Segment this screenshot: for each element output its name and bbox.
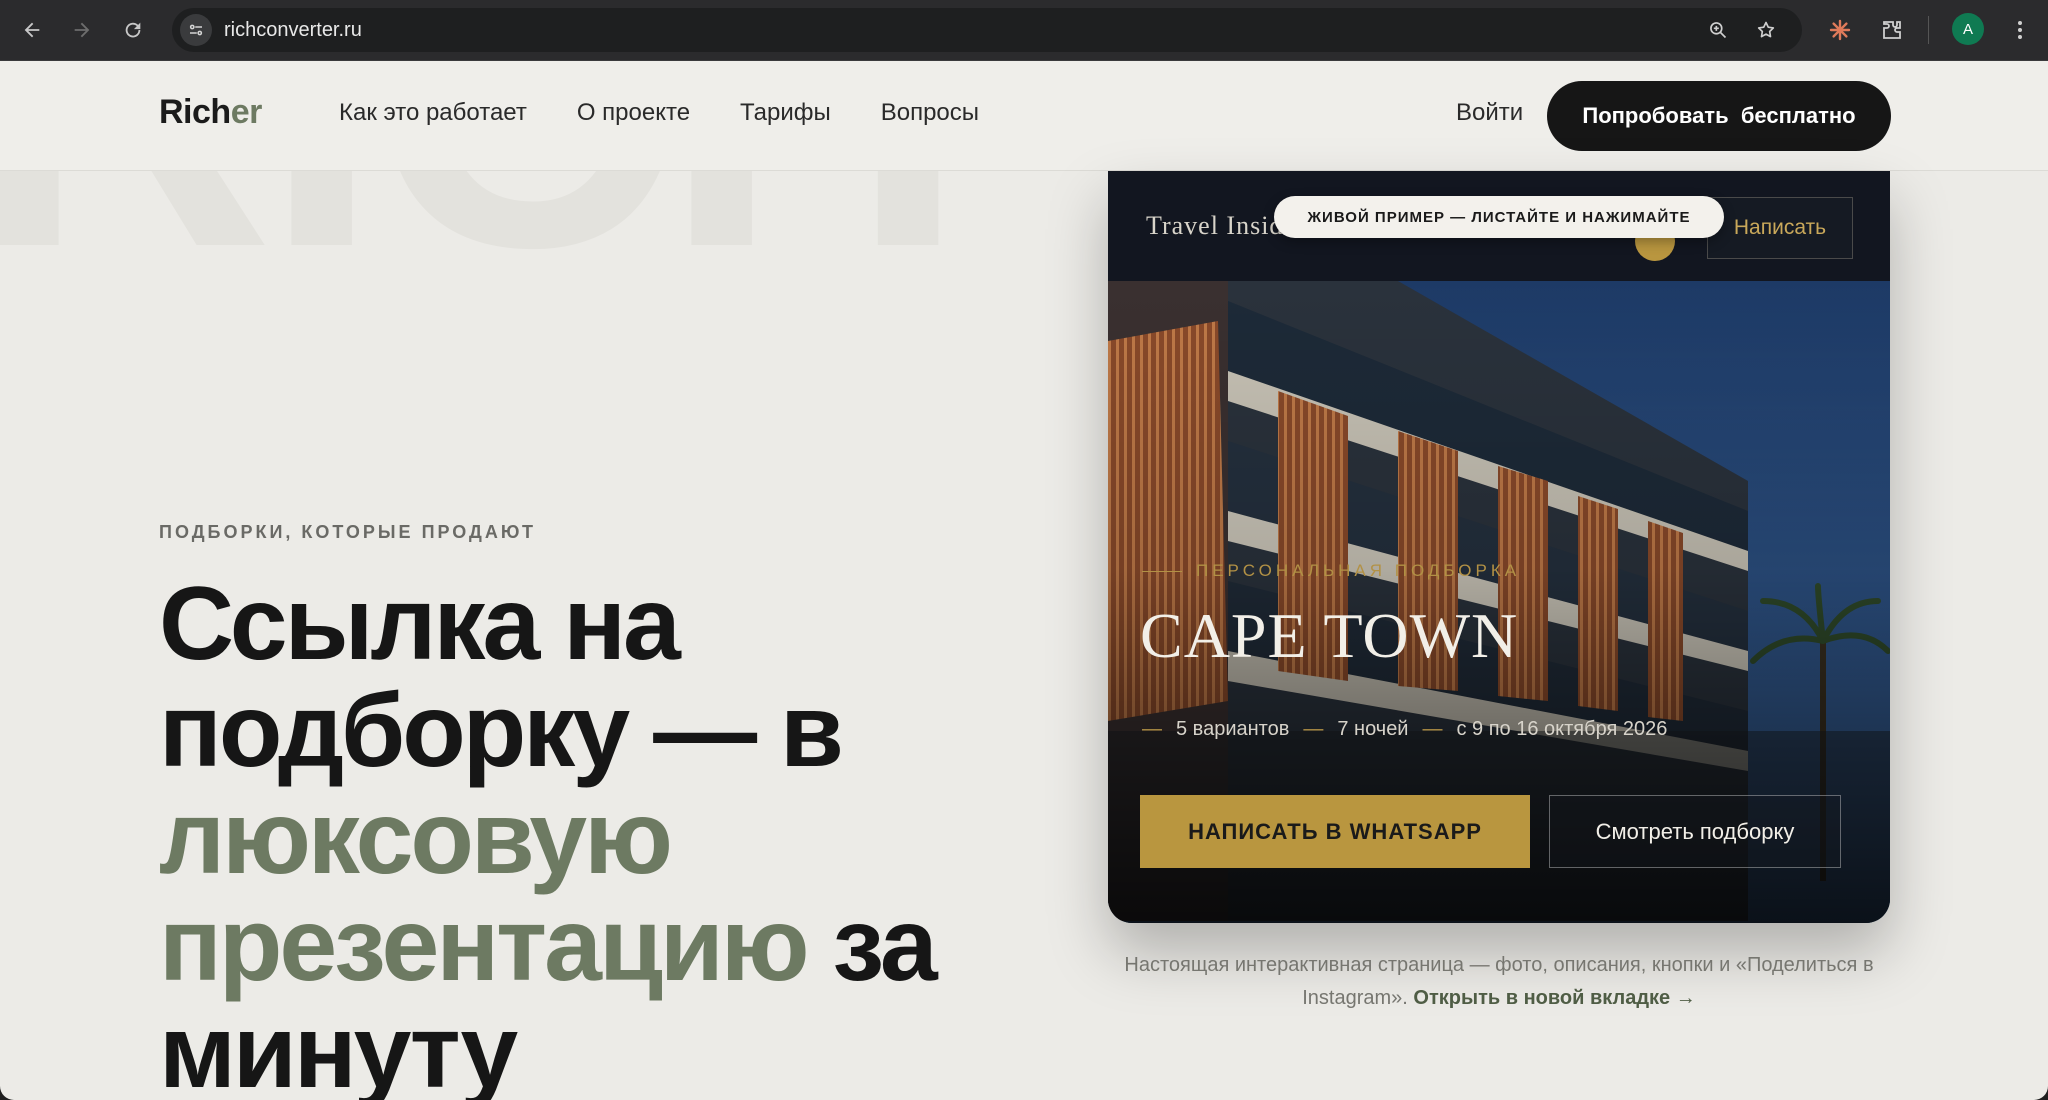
meta-dates: с 9 по 16 октября 2026: [1456, 718, 1668, 740]
destination-title: CAPE TOWN: [1140, 600, 1519, 671]
trip-meta: — 5 вариантов — 7 ночей — с 9 по 16 октября…: [1142, 718, 1667, 741]
arrow-right-icon: [74, 22, 90, 38]
extension-sunburst-icon[interactable]: [1820, 10, 1860, 50]
reload-icon: [125, 22, 141, 38]
bookmark-star-icon[interactable]: [1750, 14, 1782, 46]
open-new-tab-link[interactable]: Открыть в новой вкладке →: [1413, 987, 1695, 1009]
site-logo[interactable]: Richer: [159, 93, 262, 132]
card-eyebrow: ПЕРСОНАЛЬНАЯ ПОДБОРКА: [1142, 561, 1520, 581]
zoom-icon[interactable]: [1702, 14, 1734, 46]
profile-avatar[interactable]: A: [1952, 13, 1984, 45]
main-nav: Как это работает О проекте Тарифы Вопрос…: [339, 99, 1029, 127]
url-text[interactable]: richconverter.ru: [224, 8, 362, 52]
site-info-icon[interactable]: [180, 14, 212, 46]
hero-headline: Ссылка на подборку — в люксовую презента…: [159, 571, 1059, 1100]
browser-toolbar: richconverter.ru A: [0, 0, 2048, 61]
headline-line-3: люксовую: [159, 780, 673, 896]
nav-item-pricing[interactable]: Тарифы: [740, 99, 831, 127]
meta-dash: —: [1142, 718, 1162, 740]
meta-nights: 7 ночей: [1337, 718, 1409, 740]
back-button[interactable]: [12, 10, 52, 50]
headline-line-5: минуту: [159, 994, 518, 1100]
try-free-button[interactable]: Попробовать бесплатно: [1547, 81, 1891, 151]
whatsapp-button[interactable]: НАПИСАТЬ В WHATSAPP: [1140, 795, 1530, 868]
headline-word: за: [806, 887, 938, 1003]
forward-button[interactable]: [62, 10, 102, 50]
card-eyebrow-text: ПЕРСОНАЛЬНАЯ ПОДБОРКА: [1196, 561, 1521, 580]
logo-accent: er: [230, 93, 263, 131]
demo-caption: Настоящая интерактивная страница — фото,…: [1108, 949, 1890, 1015]
view-selection-button[interactable]: Смотреть подборку: [1549, 795, 1841, 868]
kebab-menu-icon[interactable]: [2000, 10, 2040, 50]
logo-main: Rich: [159, 93, 231, 131]
address-bar[interactable]: richconverter.ru: [172, 8, 1802, 52]
demo-presentation-card[interactable]: Travel Inside Написать ЖИВОЙ ПРИМЕР — ЛИ…: [1108, 171, 1890, 923]
login-link[interactable]: Войти: [1456, 99, 1523, 127]
hero-eyebrow: ПОДБОРКИ, КОТОРЫЕ ПРОДАЮТ: [159, 522, 536, 542]
write-button[interactable]: Написать: [1707, 197, 1853, 259]
toolbar-divider: [1928, 16, 1929, 44]
headline-line-1: Ссылка на: [159, 566, 681, 682]
extensions-puzzle-icon[interactable]: [1872, 10, 1912, 50]
headline-accent-word: презентацию: [159, 887, 810, 1003]
web-page: RICH Richer Как это работает О проекте Т…: [0, 61, 2048, 1100]
gold-dash: [1142, 571, 1182, 573]
headline-line-2: подборку — в: [159, 673, 844, 789]
nav-item-faq[interactable]: Вопросы: [881, 99, 979, 127]
live-example-badge: ЖИВОЙ ПРИМЕР — ЛИСТАЙТЕ И НАЖИМАЙТЕ: [1274, 196, 1724, 238]
nav-item-how-it-works[interactable]: Как это работает: [339, 99, 527, 127]
arrow-left-icon: [24, 22, 40, 38]
meta-dash: —: [1422, 718, 1443, 740]
headline-line-4: презентацию за: [159, 892, 1059, 999]
site-header: Richer Как это работает О проекте Тарифы…: [0, 61, 2048, 171]
reload-button[interactable]: [113, 10, 153, 50]
meta-options: 5 вариантов: [1176, 718, 1290, 740]
nav-item-about[interactable]: О проекте: [577, 99, 690, 127]
meta-dash: —: [1303, 718, 1324, 740]
